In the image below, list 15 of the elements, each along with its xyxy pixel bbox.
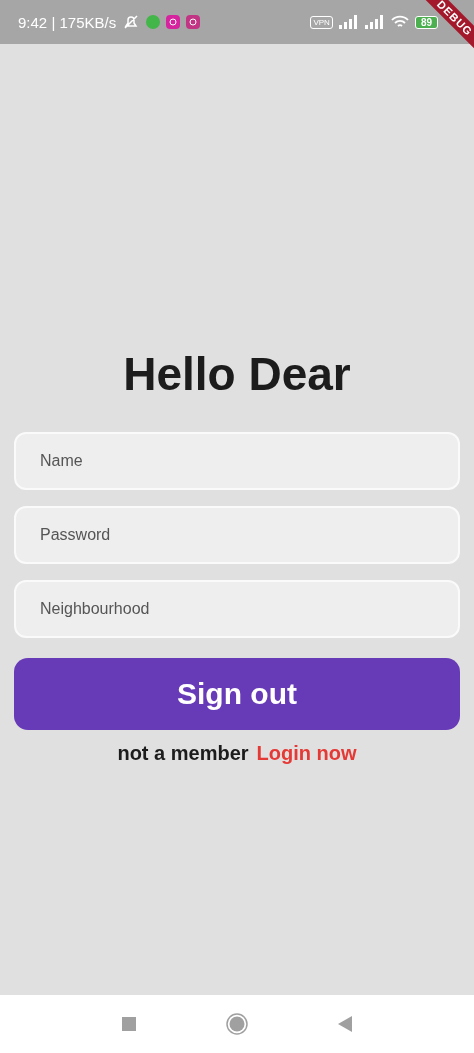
- signal-icon: [338, 15, 359, 29]
- vpn-badge: VPN: [310, 15, 333, 29]
- page-title: Hello Dear: [122, 347, 352, 402]
- signal-icon: [364, 15, 385, 29]
- footer-text: not a member: [117, 742, 249, 765]
- bell-off-icon: [122, 13, 141, 31]
- input-field[interactable]: Password: [14, 506, 460, 564]
- input-field[interactable]: Name: [14, 432, 460, 490]
- home-icon[interactable]: [226, 1013, 248, 1035]
- status-time: 9:42 | 175KB/s: [18, 13, 117, 31]
- back-icon[interactable]: [338, 1016, 352, 1032]
- wifi-icon: [390, 15, 409, 29]
- battery-indicator: 89: [414, 15, 438, 29]
- sign-out-button[interactable]: Sign out: [14, 658, 460, 730]
- input-field[interactable]: Neighbourhood: [14, 580, 460, 638]
